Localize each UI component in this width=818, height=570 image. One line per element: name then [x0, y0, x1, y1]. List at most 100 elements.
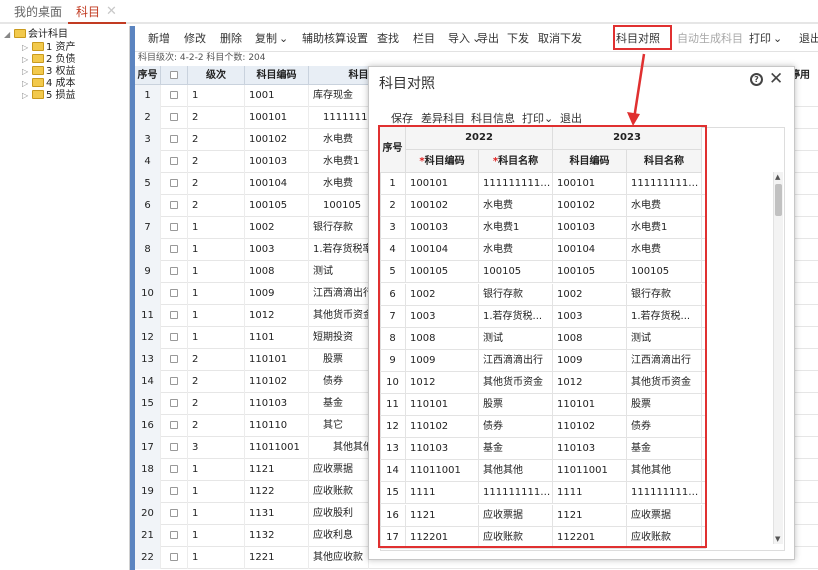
aux-setting-button[interactable]: 辅助核算设置: [302, 26, 368, 52]
delete-button[interactable]: 删除: [220, 26, 242, 52]
help-icon[interactable]: ?: [750, 73, 763, 86]
highlight-box-compare-table: [378, 125, 707, 548]
row-checkbox[interactable]: [170, 355, 178, 363]
folder-icon: [32, 78, 44, 87]
print-dropdown-button[interactable]: 打印⌄: [522, 110, 553, 126]
copy-button[interactable]: 复制 ⌄: [255, 26, 288, 52]
row-checkbox[interactable]: [170, 267, 178, 275]
issue-button[interactable]: 下发: [507, 26, 529, 52]
row-checkbox[interactable]: [170, 289, 178, 297]
search-button[interactable]: 查找: [377, 26, 399, 52]
row-checkbox[interactable]: [170, 245, 178, 253]
exit-label: 退出: [799, 32, 818, 45]
row-checkbox[interactable]: [170, 179, 178, 187]
dialog-title: 科目对照: [379, 76, 435, 92]
print-button[interactable]: 打印 ⌄: [749, 26, 782, 52]
tab-home[interactable]: 我的桌面: [14, 0, 62, 24]
row-code: 100103: [245, 151, 309, 173]
row-number: 2: [135, 107, 161, 129]
expand-arrow-icon[interactable]: ▷: [22, 54, 32, 66]
cancel-issue-button[interactable]: 取消下发: [538, 26, 582, 52]
row-checkbox-cell: [161, 481, 188, 503]
tree-item-cost[interactable]: ▷ 4 成本: [22, 78, 76, 90]
row-checkbox-cell: [161, 503, 188, 525]
row-number: 12: [135, 327, 161, 349]
row-number: 9: [135, 261, 161, 283]
row-name: 111111111: [309, 107, 369, 129]
row-level: 1: [188, 217, 245, 239]
row-level: 1: [188, 283, 245, 305]
row-code: 1008: [245, 261, 309, 283]
row-name: 水电费: [309, 173, 369, 195]
scrollbar-thumb[interactable]: [775, 184, 782, 216]
row-code: 1221: [245, 547, 309, 569]
row-checkbox-cell: [161, 85, 188, 107]
row-checkbox-cell: [161, 437, 188, 459]
row-checkbox-cell: [161, 151, 188, 173]
edit-button[interactable]: 修改: [184, 26, 206, 52]
select-all-checkbox[interactable]: [170, 71, 178, 79]
row-checkbox-cell: [161, 525, 188, 547]
row-checkbox-cell: [161, 217, 188, 239]
export-button[interactable]: 导出: [477, 26, 499, 52]
print-label: 打印: [749, 32, 771, 45]
grid-header-code: 科目编码: [245, 66, 309, 85]
close-icon[interactable]: ✕: [106, 0, 117, 24]
expand-arrow-icon[interactable]: ▷: [22, 42, 32, 54]
scroll-down-icon[interactable]: ▼: [775, 535, 780, 543]
tree-item-liabilities[interactable]: ▷ 2 负债: [22, 54, 76, 66]
exit-button[interactable]: 退出: [799, 26, 818, 52]
tab-subject[interactable]: 科目 ✕: [68, 0, 126, 24]
exit-button[interactable]: 退出: [560, 110, 582, 126]
import-label: 导入: [448, 32, 470, 45]
row-code: 1012: [245, 305, 309, 327]
expand-arrow-icon[interactable]: ▷: [22, 90, 32, 102]
row-checkbox[interactable]: [170, 157, 178, 165]
row-checkbox[interactable]: [170, 531, 178, 539]
row-checkbox[interactable]: [170, 201, 178, 209]
row-checkbox[interactable]: [170, 135, 178, 143]
columns-button[interactable]: 栏目: [413, 26, 435, 52]
row-checkbox[interactable]: [170, 377, 178, 385]
tree-item-pnl[interactable]: ▷ 5 损益: [22, 90, 76, 102]
scroll-up-icon[interactable]: ▲: [775, 173, 780, 181]
row-number: 18: [135, 459, 161, 481]
close-icon[interactable]: ✕: [769, 69, 783, 89]
tree-root[interactable]: ◢ 会计科目: [4, 29, 68, 41]
expand-arrow-icon[interactable]: ▷: [22, 78, 32, 90]
collapse-arrow-icon[interactable]: ◢: [4, 29, 14, 41]
row-checkbox[interactable]: [170, 399, 178, 407]
auto-generate-button[interactable]: 自动生成科目: [677, 26, 743, 52]
add-button[interactable]: 新增: [148, 26, 170, 52]
row-checkbox[interactable]: [170, 443, 178, 451]
row-checkbox-cell: [161, 547, 188, 569]
tree-root-label: 会计科目: [28, 29, 68, 40]
row-checkbox[interactable]: [170, 465, 178, 473]
tree-item-assets[interactable]: ▷ 1 资产: [22, 42, 76, 54]
row-checkbox[interactable]: [170, 487, 178, 495]
export-label: 导出: [477, 32, 499, 45]
row-number: 8: [135, 239, 161, 261]
edit-label: 修改: [184, 32, 206, 45]
row-checkbox[interactable]: [170, 311, 178, 319]
row-checkbox[interactable]: [170, 91, 178, 99]
tree-item-equity[interactable]: ▷ 3 权益: [22, 66, 76, 78]
row-level: 2: [188, 173, 245, 195]
row-checkbox[interactable]: [170, 333, 178, 341]
row-checkbox-cell: [161, 305, 188, 327]
row-code: 1121: [245, 459, 309, 481]
subject-info: 科目级次: 4-2-2 科目个数: 204: [138, 53, 266, 63]
row-checkbox[interactable]: [170, 553, 178, 561]
row-checkbox[interactable]: [170, 509, 178, 517]
subject-info-button[interactable]: 科目信息: [471, 110, 515, 126]
row-checkbox[interactable]: [170, 223, 178, 231]
row-level: 1: [188, 459, 245, 481]
save-button[interactable]: 保存: [391, 110, 413, 126]
expand-arrow-icon[interactable]: ▷: [22, 66, 32, 78]
grid-header-level: 级次: [188, 66, 245, 85]
row-checkbox[interactable]: [170, 113, 178, 121]
row-checkbox[interactable]: [170, 421, 178, 429]
diff-subject-button[interactable]: 差异科目: [421, 110, 465, 126]
row-name: 基金: [309, 393, 369, 415]
vertical-scrollbar[interactable]: ▲ ▼: [773, 172, 783, 544]
